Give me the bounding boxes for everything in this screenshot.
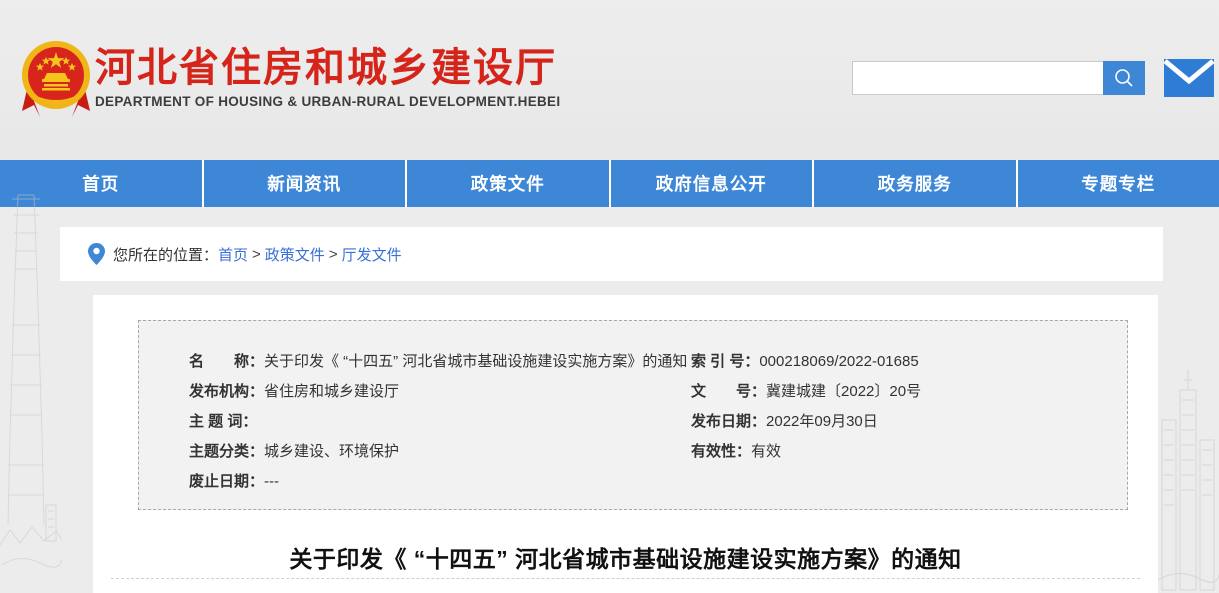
site-title: 河北省住房和城乡建设厅 [95, 46, 715, 90]
left-tower-sketch-decor [0, 185, 62, 593]
article-content-panel: 名 称：关于印发《 “十四五” 河北省城市基础设施建设实施方案》的通知 发布机构… [93, 295, 1158, 593]
metadata-left-column: 名 称：关于印发《 “十四五” 河北省城市基础设施建设实施方案》的通知 发布机构… [189, 347, 669, 497]
metadata-label: 主题分类： [189, 437, 264, 467]
metadata-label: 有效性： [691, 437, 751, 467]
metadata-value: 关于印发《 “十四五” 河北省城市基础设施建设实施方案》的通知 [264, 347, 687, 377]
metadata-label: 索 引 号： [691, 347, 759, 377]
metadata-row-issuing-agency: 发布机构：省住房和城乡建设厅 [189, 377, 669, 407]
metadata-value: 2022年09月30日 [766, 407, 878, 437]
search-icon [1113, 67, 1135, 89]
mail-button[interactable] [1164, 59, 1214, 97]
metadata-label: 发布日期： [691, 407, 766, 437]
article-title: 关于印发《 “十四五” 河北省城市基础设施建设实施方案》的通知 [93, 540, 1158, 574]
right-city-sketch-decor [1158, 330, 1219, 593]
main-nav: 首页 新闻资讯 政策文件 政府信息公开 政务服务 专题专栏 [0, 160, 1219, 207]
metadata-row-validity: 有效性：有效 [691, 437, 1111, 467]
breadcrumb-band: 您所在的位置： 首页 > 政策文件 > 厅发文件 [60, 227, 1163, 281]
metadata-value: --- [264, 467, 279, 497]
metadata-label: 名 称： [189, 347, 264, 377]
metadata-label: 废止日期： [189, 467, 264, 497]
metadata-row-publish-date: 发布日期：2022年09月30日 [691, 407, 1111, 437]
site-subtitle: DEPARTMENT OF HOUSING & URBAN-RURAL DEVE… [95, 94, 715, 109]
nav-item-home[interactable]: 首页 [0, 160, 202, 207]
metadata-row-index-number: 索 引 号：000218069/2022-01685 [691, 347, 1111, 377]
metadata-label: 文 号： [691, 377, 766, 407]
nav-item-news[interactable]: 新闻资讯 [202, 160, 406, 207]
breadcrumb: 您所在的位置： 首页 > 政策文件 > 厅发文件 [88, 227, 402, 281]
breadcrumb-prefix: 您所在的位置： [113, 244, 218, 265]
metadata-row-document-number: 文 号：冀建城建〔2022〕20号 [691, 377, 1111, 407]
metadata-row-name: 名 称：关于印发《 “十四五” 河北省城市基础设施建设实施方案》的通知 [189, 347, 669, 377]
nav-item-special-topics[interactable]: 专题专栏 [1016, 160, 1219, 207]
breadcrumb-separator: > [252, 246, 261, 263]
search-button[interactable] [1103, 61, 1145, 95]
national-emblem-logo[interactable] [20, 33, 92, 119]
metadata-value: 冀建城建〔2022〕20号 [766, 377, 921, 407]
metadata-value: 省住房和城乡建设厅 [264, 377, 399, 407]
metadata-right-column: 索 引 号：000218069/2022-01685 文 号：冀建城建〔2022… [691, 347, 1111, 467]
nav-item-policy-documents[interactable]: 政策文件 [405, 160, 609, 207]
page-root: 河北省住房和城乡建设厅 DEPARTMENT OF HOUSING & URBA… [0, 0, 1219, 593]
metadata-row-subject-category: 主题分类：城乡建设、环境保护 [189, 437, 669, 467]
metadata-row-repeal-date: 废止日期：--- [189, 467, 669, 497]
site-header: 河北省住房和城乡建设厅 DEPARTMENT OF HOUSING & URBA… [0, 0, 1219, 160]
title-divider [111, 578, 1140, 579]
national-emblem-icon [20, 33, 92, 119]
breadcrumb-link-policy-documents[interactable]: 政策文件 [265, 244, 325, 265]
document-metadata-box: 名 称：关于印发《 “十四五” 河北省城市基础设施建设实施方案》的通知 发布机构… [138, 320, 1128, 510]
metadata-value: 城乡建设、环境保护 [264, 437, 399, 467]
breadcrumb-link-home[interactable]: 首页 [218, 244, 248, 265]
breadcrumb-separator: > [329, 246, 338, 263]
metadata-value: 有效 [751, 437, 781, 467]
location-pin-icon [88, 243, 105, 265]
nav-item-gov-services[interactable]: 政务服务 [812, 160, 1016, 207]
metadata-row-subject-words: 主 题 词： [189, 407, 669, 437]
site-title-block: 河北省住房和城乡建设厅 DEPARTMENT OF HOUSING & URBA… [95, 46, 715, 109]
search-input[interactable] [852, 61, 1119, 95]
metadata-label: 发布机构： [189, 377, 264, 407]
metadata-value: 000218069/2022-01685 [759, 347, 918, 377]
metadata-label: 主 题 词： [189, 407, 257, 437]
nav-item-gov-info-disclosure[interactable]: 政府信息公开 [609, 160, 813, 207]
breadcrumb-link-department-documents[interactable]: 厅发文件 [342, 244, 402, 265]
mail-icon [1164, 59, 1214, 97]
